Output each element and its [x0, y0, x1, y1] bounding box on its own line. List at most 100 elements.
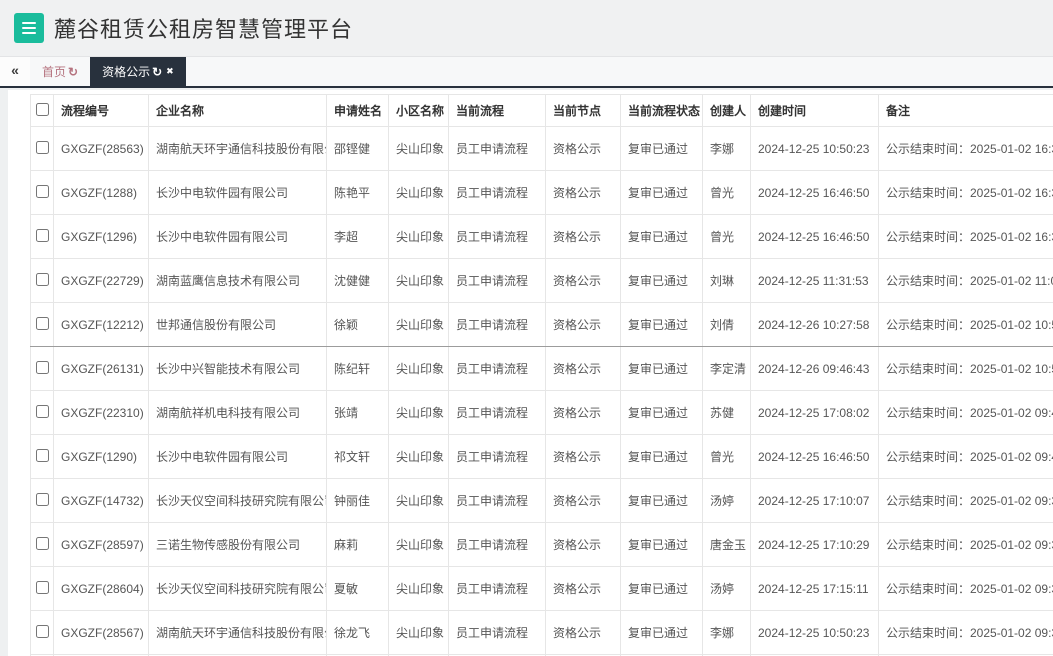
cell-current-flow: 员工申请流程 — [448, 522, 546, 567]
row-checkbox-cell — [30, 566, 54, 611]
cell-community: 尖山印象 — [388, 478, 449, 523]
table-row[interactable]: GXGZF(1290) 长沙中电软件园有限公司 祁文轩 尖山印象 员工申请流程 … — [30, 434, 1053, 479]
row-checkbox-cell — [30, 214, 54, 259]
refresh-icon[interactable]: ↻ — [152, 65, 162, 79]
table-row[interactable]: GXGZF(1288) 长沙中电软件园有限公司 陈艳平 尖山印象 员工申请流程 … — [30, 170, 1053, 215]
tab-home[interactable]: 首页 ↻ — [30, 57, 90, 86]
row-checkbox[interactable] — [35, 580, 49, 594]
hamburger-menu-button[interactable] — [14, 13, 44, 43]
cell-current-node: 资格公示 — [545, 302, 621, 347]
tab-qualification-publicity-label: 资格公示 — [102, 65, 151, 79]
cell-creator: 李定清 — [702, 346, 751, 391]
col-process-no: 流程编号 — [53, 94, 149, 127]
select-all-checkbox[interactable] — [35, 102, 49, 116]
cell-current-flow: 员工申请流程 — [448, 610, 546, 655]
content-area: 流程编号 企业名称 申请姓名 小区名称 当前流程 当前节点 当前流程状态 创建人… — [8, 90, 1053, 656]
row-checkbox-cell — [30, 478, 54, 523]
table-row[interactable]: GXGZF(28563) 湖南航天环宇通信科技股份有限公司 邵铿健 尖山印象 员… — [30, 126, 1053, 171]
col-created-at: 创建时间 — [750, 94, 879, 127]
table-row[interactable]: GXGZF(22729) 湖南蓝鹰信息技术有限公司 沈健健 尖山印象 员工申请流… — [30, 258, 1053, 303]
cell-community: 尖山印象 — [388, 390, 449, 435]
tabs-collapse-button[interactable]: « — [0, 57, 30, 86]
row-checkbox[interactable] — [35, 228, 49, 242]
row-checkbox-cell — [30, 346, 54, 391]
cell-current-flow: 员工申请流程 — [448, 126, 546, 171]
table-body: GXGZF(28563) 湖南航天环宇通信科技股份有限公司 邵铿健 尖山印象 员… — [30, 126, 1053, 656]
row-checkbox-cell — [30, 126, 54, 171]
tab-qualification-publicity[interactable]: 资格公示 ↻ ✖ — [90, 57, 186, 86]
cell-remark: 公示结束时间：2025-01-02 10:53:14 — [878, 346, 1053, 391]
cell-creator: 刘琳 — [702, 258, 751, 303]
cell-process-no: GXGZF(22729) — [53, 258, 149, 303]
table-row[interactable]: GXGZF(22310) 湖南航祥机电科技有限公司 张靖 尖山印象 员工申请流程… — [30, 390, 1053, 435]
cell-company: 三诺生物传感股份有限公司 — [148, 522, 327, 567]
cell-current-flow: 员工申请流程 — [448, 434, 546, 479]
table-row[interactable]: GXGZF(14732) 长沙天仪空间科技研究院有限公司 钟丽佳 尖山印象 员工… — [30, 478, 1053, 523]
cell-remark: 公示结束时间：2025-01-02 10:59:56 — [878, 302, 1053, 347]
table-row[interactable]: GXGZF(28604) 长沙天仪空间科技研究院有限公司 夏敏 尖山印象 员工申… — [30, 566, 1053, 611]
cell-company: 湖南航天环宇通信科技股份有限公司 — [148, 610, 327, 655]
cell-created-at: 2024-12-25 10:50:23 — [750, 126, 879, 171]
cell-creator: 李娜 — [702, 126, 751, 171]
cell-company: 湖南蓝鹰信息技术有限公司 — [148, 258, 327, 303]
row-checkbox[interactable] — [35, 360, 49, 374]
row-checkbox-cell — [30, 610, 54, 655]
cell-applicant: 邵铿健 — [326, 126, 389, 171]
row-checkbox[interactable] — [35, 404, 49, 418]
topbar: 麓谷租赁公租房智慧管理平台 — [0, 0, 1053, 57]
cell-creator: 汤婷 — [702, 566, 751, 611]
col-current-flow: 当前流程 — [448, 94, 546, 127]
cell-company: 长沙中电软件园有限公司 — [148, 214, 327, 259]
cell-created-at: 2024-12-25 17:15:11 — [750, 566, 879, 611]
cell-applicant: 徐龙飞 — [326, 610, 389, 655]
table-row[interactable]: GXGZF(12212) 世邦通信股份有限公司 徐颖 尖山印象 员工申请流程 资… — [30, 302, 1053, 347]
cell-process-no: GXGZF(22310) — [53, 390, 149, 435]
row-checkbox[interactable] — [35, 316, 49, 330]
table-row[interactable]: GXGZF(28567) 湖南航天环宇通信科技股份有限公司 徐龙飞 尖山印象 员… — [30, 610, 1053, 655]
cell-created-at: 2024-12-25 16:46:50 — [750, 170, 879, 215]
row-checkbox[interactable] — [35, 140, 49, 154]
row-checkbox[interactable] — [35, 536, 49, 550]
col-current-node: 当前节点 — [545, 94, 621, 127]
table-row[interactable]: GXGZF(1296) 长沙中电软件园有限公司 李超 尖山印象 员工申请流程 资… — [30, 214, 1053, 259]
cell-process-no: GXGZF(28597) — [53, 522, 149, 567]
table-row[interactable]: GXGZF(26131) 长沙中兴智能技术有限公司 陈纪轩 尖山印象 员工申请流… — [30, 346, 1053, 391]
cell-flow-status: 复审已通过 — [620, 566, 703, 611]
cell-current-flow: 员工申请流程 — [448, 258, 546, 303]
cell-applicant: 夏敏 — [326, 566, 389, 611]
cell-created-at: 2024-12-26 10:27:58 — [750, 302, 879, 347]
cell-company: 世邦通信股份有限公司 — [148, 302, 327, 347]
row-checkbox[interactable] — [35, 272, 49, 286]
cell-flow-status: 复审已通过 — [620, 302, 703, 347]
cell-company: 长沙天仪空间科技研究院有限公司 — [148, 478, 327, 523]
close-icon[interactable]: ✖ — [166, 66, 174, 77]
publicity-table: 流程编号 企业名称 申请姓名 小区名称 当前流程 当前节点 当前流程状态 创建人… — [30, 94, 1053, 656]
row-checkbox-cell — [30, 258, 54, 303]
row-checkbox[interactable] — [35, 492, 49, 506]
cell-current-node: 资格公示 — [545, 478, 621, 523]
page-title: 麓谷租赁公租房智慧管理平台 — [54, 17, 354, 42]
row-checkbox[interactable] — [35, 184, 49, 198]
tab-bar: « 首页 ↻ 资格公示 ↻ ✖ — [0, 57, 1053, 88]
refresh-icon[interactable]: ↻ — [68, 65, 78, 79]
col-community: 小区名称 — [388, 94, 449, 127]
cell-remark: 公示结束时间：2025-01-02 09:46:57 — [878, 390, 1053, 435]
cell-community: 尖山印象 — [388, 610, 449, 655]
cell-flow-status: 复审已通过 — [620, 434, 703, 479]
cell-applicant: 沈健健 — [326, 258, 389, 303]
cell-community: 尖山印象 — [388, 302, 449, 347]
cell-current-flow: 员工申请流程 — [448, 478, 546, 523]
cell-current-flow: 员工申请流程 — [448, 390, 546, 435]
row-checkbox-cell — [30, 302, 54, 347]
cell-company: 长沙天仪空间科技研究院有限公司 — [148, 566, 327, 611]
row-checkbox[interactable] — [35, 448, 49, 462]
cell-company: 长沙中兴智能技术有限公司 — [148, 346, 327, 391]
cell-flow-status: 复审已通过 — [620, 258, 703, 303]
cell-created-at: 2024-12-25 16:46:50 — [750, 434, 879, 479]
cell-created-at: 2024-12-26 09:46:43 — [750, 346, 879, 391]
row-checkbox[interactable] — [35, 624, 49, 638]
cell-created-at: 2024-12-25 17:10:29 — [750, 522, 879, 567]
cell-creator: 曾光 — [702, 214, 751, 259]
cell-remark: 公示结束时间：2025-01-02 09:32:14 — [878, 610, 1053, 655]
table-row[interactable]: GXGZF(28597) 三诺生物传感股份有限公司 麻莉 尖山印象 员工申请流程… — [30, 522, 1053, 567]
